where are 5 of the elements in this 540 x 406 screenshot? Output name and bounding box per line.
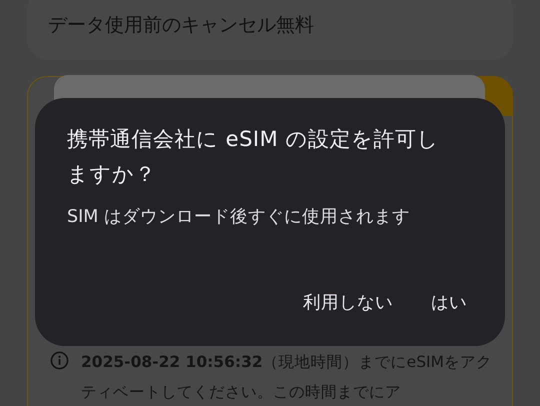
dialog-message: SIM はダウンロード後すぐに使用されます <box>67 206 411 228</box>
info-icon <box>50 351 69 370</box>
dialog-title: 携帯通信会社に eSIM の設定を許可しますか？ <box>67 126 440 188</box>
dialog-button[interactable]: 利用しない <box>293 282 403 322</box>
dialog-button[interactable]: はい <box>421 282 477 322</box>
